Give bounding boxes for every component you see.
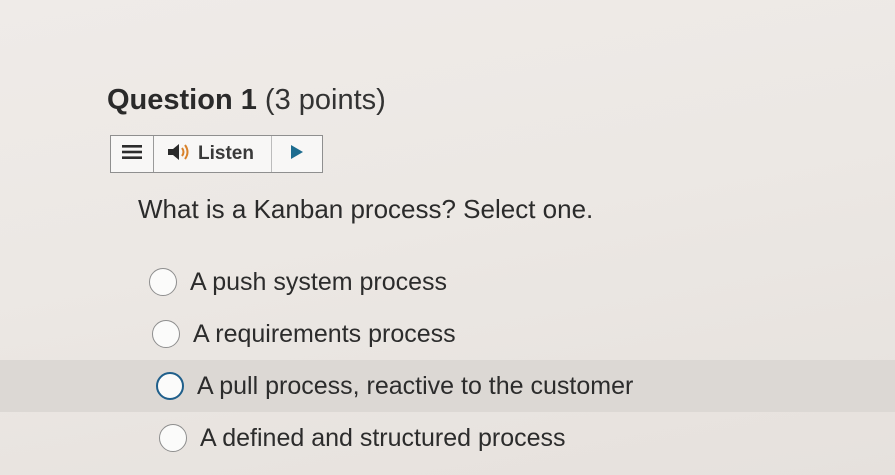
answer-options: A push system process A requirements pro…	[0, 256, 895, 464]
radio-button[interactable]	[156, 372, 184, 400]
radio-button[interactable]	[149, 268, 177, 296]
radio-button[interactable]	[152, 320, 180, 348]
question-number: Question 1	[107, 84, 257, 116]
question-header: Question 1 (3 points)	[107, 84, 386, 117]
question-points: (3 points)	[264, 84, 386, 116]
answer-option[interactable]: A defined and structured process	[0, 412, 895, 464]
answer-option[interactable]: A push system process	[0, 256, 895, 308]
answer-option-label: A pull process, reactive to the customer	[197, 371, 634, 400]
answer-option-label: A requirements process	[193, 319, 456, 348]
speaker-icon	[166, 142, 192, 167]
answer-option[interactable]: A requirements process	[0, 308, 895, 360]
listen-toolbar: Listen	[110, 135, 323, 173]
play-button[interactable]	[272, 136, 322, 172]
question-prompt: What is a Kanban process? Select one.	[138, 194, 594, 224]
listen-button[interactable]: Listen	[154, 136, 272, 172]
hamburger-menu-icon	[122, 144, 142, 165]
listen-menu-button[interactable]	[111, 136, 154, 172]
answer-option-label: A defined and structured process	[200, 423, 566, 452]
answer-option-label: A push system process	[190, 267, 448, 296]
play-icon	[290, 144, 304, 165]
answer-option[interactable]: A pull process, reactive to the customer	[0, 360, 895, 412]
radio-button[interactable]	[159, 424, 187, 452]
listen-label: Listen	[198, 143, 254, 164]
